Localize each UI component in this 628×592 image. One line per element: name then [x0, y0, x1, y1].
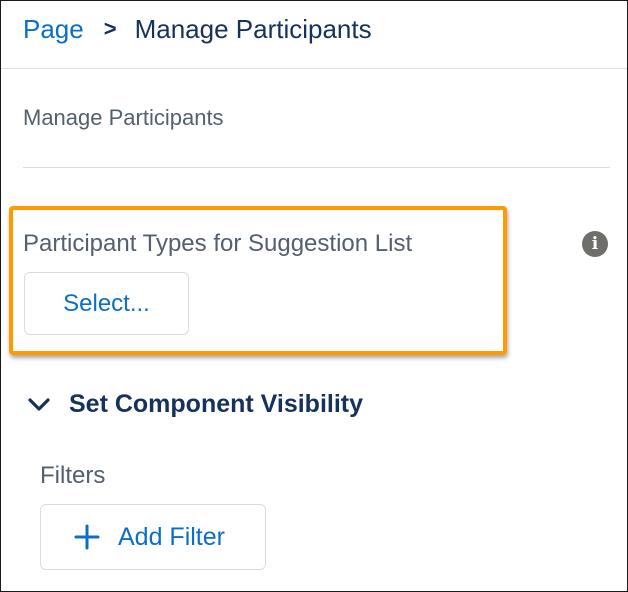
component-visibility-title: Set Component Visibility: [69, 389, 364, 418]
plus-icon: [74, 524, 100, 550]
breadcrumb: Page > Manage Participants: [23, 11, 372, 47]
add-filter-button[interactable]: Add Filter: [40, 504, 266, 570]
breadcrumb-separator: >: [103, 16, 117, 41]
properties-panel: Page > Manage Participants Manage Partic…: [0, 0, 628, 592]
participant-types-label: Participant Types for Suggestion List: [23, 230, 413, 257]
header-divider: [1, 68, 627, 69]
add-filter-label: Add Filter: [118, 522, 225, 551]
select-participant-types-button[interactable]: Select...: [24, 272, 189, 335]
info-icon[interactable]: i: [582, 231, 608, 257]
breadcrumb-page-link[interactable]: Page: [23, 14, 84, 45]
section-title: Manage Participants: [23, 105, 224, 130]
component-visibility-toggle[interactable]: Set Component Visibility: [27, 388, 363, 420]
filters-label: Filters: [40, 462, 106, 489]
chevron-down-icon: [27, 388, 51, 420]
breadcrumb-current: Manage Participants: [134, 13, 372, 44]
section-divider: [23, 167, 610, 168]
